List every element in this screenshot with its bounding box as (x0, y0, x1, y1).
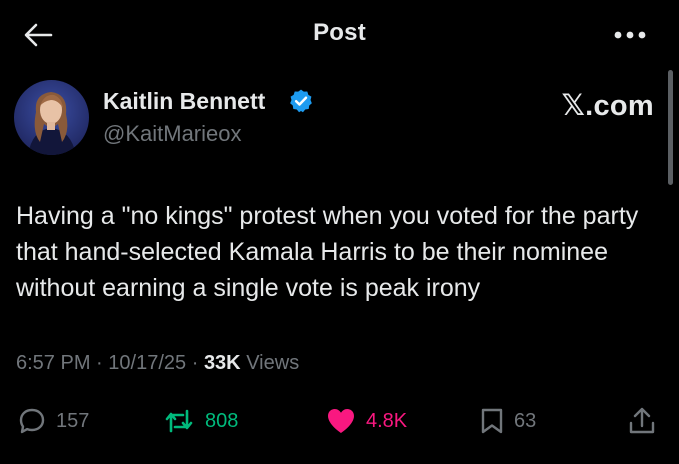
heart-icon (328, 409, 354, 433)
author-name[interactable]: Kaitlin Bennett (103, 88, 265, 115)
more-options-button[interactable] (611, 24, 649, 46)
repost-icon (165, 409, 193, 433)
like-button[interactable]: 4.8K (326, 403, 407, 439)
avatar-image (14, 80, 89, 155)
tweet-text: Having a "no kings" protest when you vot… (16, 202, 639, 302)
meta-separator: · (96, 352, 103, 374)
tweet-meta: 6:57 PM · 10/17/25 · 33K Views (16, 352, 299, 375)
bookmark-count: 63 (514, 409, 537, 432)
reply-button[interactable]: 157 (18, 403, 89, 439)
more-dots-icon (614, 31, 646, 39)
meta-separator: · (191, 352, 199, 374)
reply-count: 157 (56, 409, 90, 432)
author-handle[interactable]: @KaitMarieox (103, 121, 242, 147)
top-bar: Post (0, 0, 679, 70)
like-count: 4.8K (366, 409, 408, 432)
bookmark-button[interactable]: 63 (480, 403, 536, 439)
tweet-time[interactable]: 6:57 PM (16, 352, 90, 374)
share-icon (629, 407, 655, 434)
source-watermark: 𝕏.com (561, 90, 654, 122)
views-label: Views (246, 352, 300, 374)
reply-icon (19, 408, 45, 434)
scrollbar[interactable] (668, 70, 673, 185)
repost-count: 808 (205, 409, 239, 432)
share-button[interactable] (628, 403, 656, 439)
bookmark-icon (481, 408, 503, 434)
repost-button[interactable]: 808 (163, 403, 238, 439)
views-count[interactable]: 33K (204, 352, 241, 374)
tweet-date[interactable]: 10/17/25 (108, 352, 186, 374)
verified-badge-icon (290, 89, 312, 113)
avatar[interactable] (14, 80, 89, 155)
page-title: Post (313, 19, 366, 46)
